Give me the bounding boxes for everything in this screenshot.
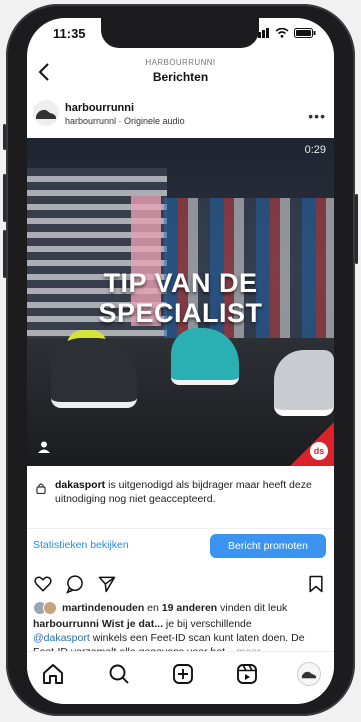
account-avatar[interactable] <box>33 100 59 126</box>
video-timer: 0:29 <box>304 144 326 156</box>
reels-icon[interactable] <box>235 662 259 686</box>
likes-summary[interactable]: martindenouden en 19 anderen vinden dit … <box>33 600 328 616</box>
invite-user[interactable]: dakasport <box>55 479 105 491</box>
create-icon[interactable] <box>171 662 195 686</box>
shoe-logo-icon <box>36 109 56 119</box>
profile-shoe-logo-icon <box>301 671 317 679</box>
caption-bold: Wist je dat... <box>98 618 164 630</box>
comment-icon[interactable] <box>65 574 85 594</box>
lock-icon <box>36 483 46 494</box>
device-notch <box>101 18 259 48</box>
engagement-icons <box>27 568 334 600</box>
likes-suffix: vinden dit leuk <box>217 602 288 614</box>
liker-avatars <box>33 601 57 615</box>
wifi-icon <box>275 28 289 38</box>
post-owner-actions: Statistieken bekijken Bericht promoten <box>27 528 334 567</box>
share-icon[interactable] <box>97 574 117 594</box>
invite-text: dakasport is uitgenodigd als bijdrager m… <box>55 478 326 506</box>
home-icon[interactable] <box>41 662 65 686</box>
status-icons <box>254 28 316 38</box>
shoe-black <box>51 338 137 408</box>
collab-invite-notice: dakasport is uitgenodigd als bijdrager m… <box>27 468 334 524</box>
battery-icon <box>294 28 316 38</box>
app-screen: 11:35 HARBOURRUNNI Berichten harbourrunn… <box>27 18 334 704</box>
overlay-line-2: SPECIALIST <box>98 298 263 328</box>
heart-icon[interactable] <box>33 574 53 594</box>
caption-text-1: je bij verschillende <box>163 618 252 630</box>
overlay-line-1: TIP VAN DE <box>103 268 258 298</box>
more-icon[interactable]: ••• <box>308 108 326 124</box>
brand-badge-logo: ds <box>310 442 328 460</box>
shoe-grey <box>274 350 334 416</box>
status-time: 11:35 <box>53 26 86 41</box>
post-author-row: harbourrunni harbourrunnl · Originele au… <box>27 98 334 138</box>
header-account-caps: HARBOURRUNNI <box>145 58 216 67</box>
volume-up-button <box>3 174 6 222</box>
others-count[interactable]: 19 anderen <box>162 602 217 614</box>
caption-account[interactable]: harbourrunni <box>33 618 99 630</box>
volume-down-button <box>3 230 6 278</box>
user-tag-icon[interactable] <box>37 440 51 454</box>
promote-post-button[interactable]: Bericht promoten <box>210 534 326 558</box>
view-insights-link[interactable]: Statistieken bekijken <box>33 539 129 551</box>
reel-video[interactable]: 0:29 TIP VAN DE SPECIALIST ds <box>27 138 334 466</box>
profile-icon[interactable] <box>297 662 321 686</box>
first-liker[interactable]: martindenouden <box>62 602 144 614</box>
power-button <box>355 194 358 264</box>
top-header: HARBOURRUNNI Berichten <box>27 50 334 96</box>
account-name[interactable]: harbourrunni <box>65 102 134 114</box>
page-title: Berichten <box>152 70 209 84</box>
bottom-tab-bar <box>27 651 334 704</box>
likes-text: martindenouden en 19 anderen vinden dit … <box>62 602 287 614</box>
video-overlay-title: TIP VAN DE SPECIALIST <box>27 268 334 328</box>
likes-connector: en <box>144 602 162 614</box>
mute-switch <box>3 124 6 150</box>
bookmark-icon[interactable] <box>306 574 326 594</box>
liker-avatar <box>43 601 57 615</box>
search-icon[interactable] <box>107 662 131 686</box>
caption-mention[interactable]: @dakasport <box>33 632 90 644</box>
audio-label[interactable]: harbourrunnl · Originele audio <box>65 116 185 126</box>
